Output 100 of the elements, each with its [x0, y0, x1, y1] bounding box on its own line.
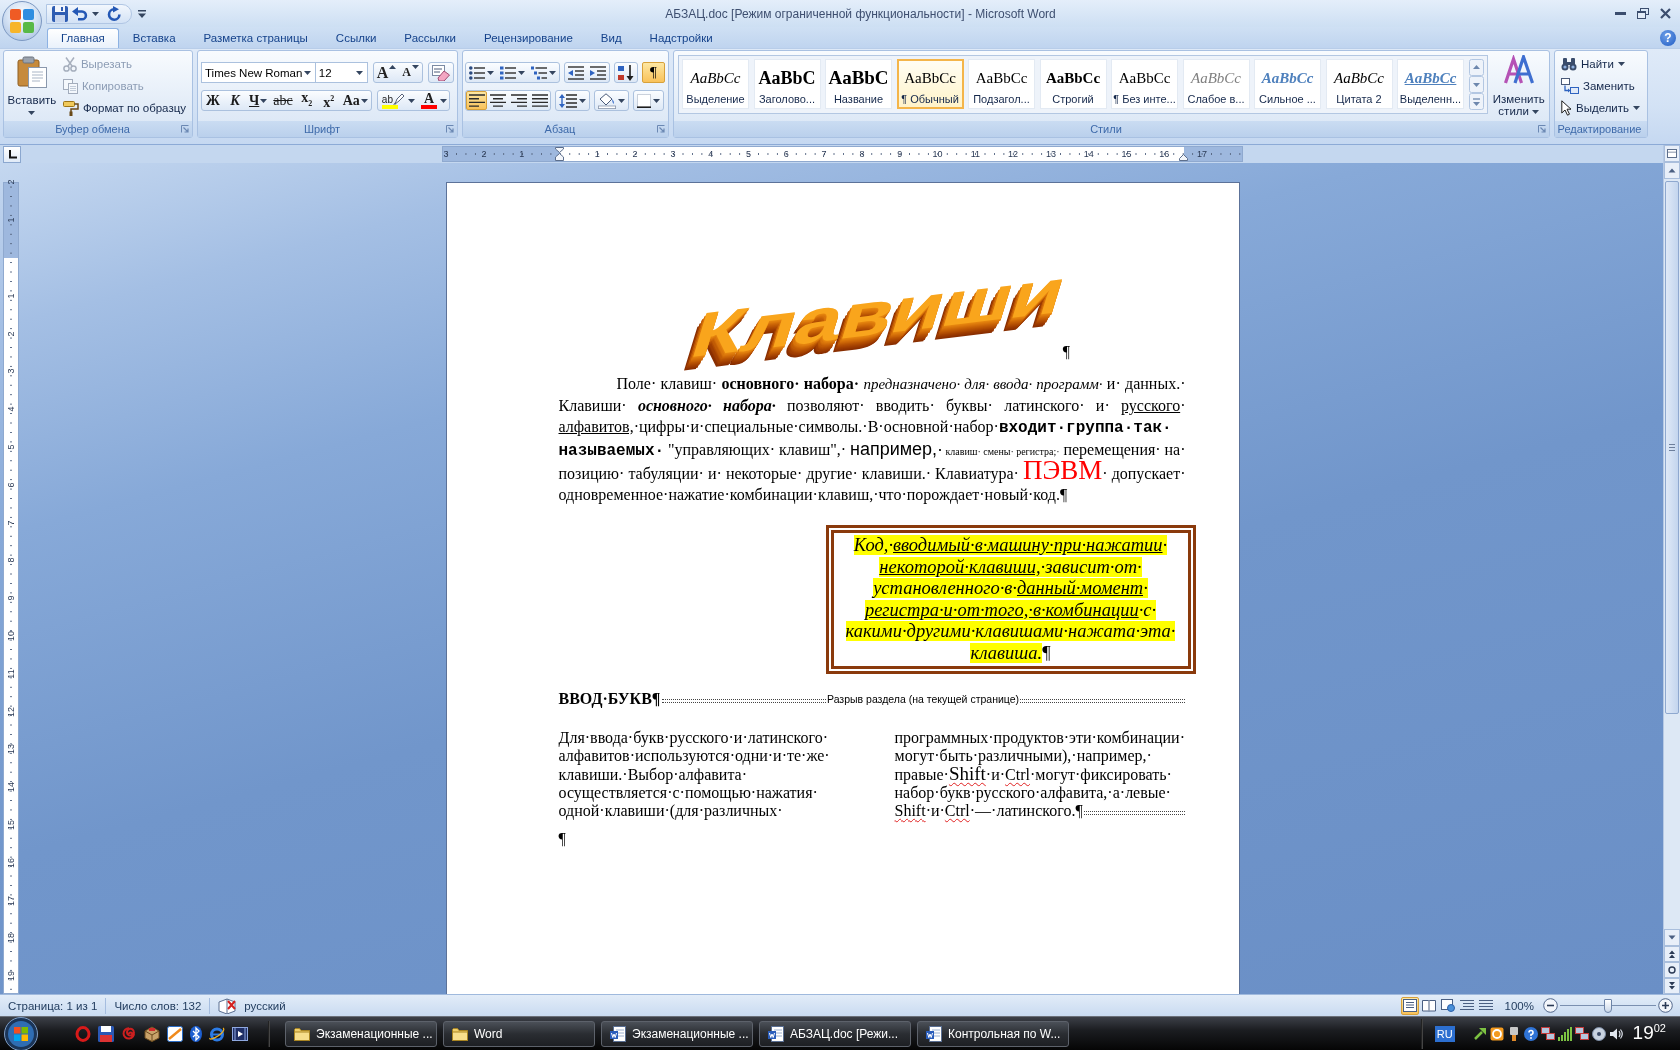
- ring-icon[interactable]: [1489, 1026, 1504, 1041]
- spiral-icon[interactable]: [121, 1025, 137, 1042]
- ribbon-tab[interactable]: Надстройки: [635, 28, 727, 48]
- font-size-field[interactable]: 12: [314, 62, 368, 83]
- style-item[interactable]: AaBbCc Сильное ...: [1254, 59, 1321, 109]
- browse-object-icon[interactable]: [1664, 962, 1680, 978]
- task-button[interactable]: АБЗАЦ.doc [Режи...: [759, 1020, 911, 1047]
- format-button[interactable]: Ч: [246, 91, 271, 110]
- page-counter[interactable]: Страница: 1 из 1: [0, 999, 106, 1012]
- style-item[interactable]: AaBbCc Слабое в...: [1182, 59, 1250, 109]
- style-item[interactable]: AaBbCc Выделение: [682, 59, 749, 109]
- align-button[interactable]: [529, 91, 550, 110]
- disc-icon[interactable]: [1591, 1026, 1606, 1041]
- gallery-more-icon[interactable]: [1468, 93, 1484, 110]
- zoom-slider[interactable]: [1560, 998, 1656, 1013]
- orbit-icon[interactable]: [209, 1025, 225, 1042]
- style-item[interactable]: AaBbC Заголово...: [753, 59, 821, 109]
- style-item[interactable]: AaBbC Название: [825, 59, 892, 109]
- language-indicator[interactable]: RU: [1434, 1025, 1455, 1042]
- view-button[interactable]: [1400, 996, 1419, 1015]
- format-button[interactable]: abc: [270, 91, 296, 110]
- format-button[interactable]: Aa: [339, 91, 371, 110]
- ribbon-tab[interactable]: Вставка: [118, 28, 190, 48]
- command-button[interactable]: Заменить: [1558, 75, 1644, 97]
- line-spacing-icon[interactable]: [559, 93, 577, 108]
- change-styles-button[interactable]: Изменить стили: [1491, 55, 1546, 117]
- gallery-up-icon[interactable]: [1468, 59, 1484, 76]
- font-color-button[interactable]: A: [416, 91, 449, 110]
- gallery-down-icon[interactable]: [1468, 76, 1484, 93]
- format-button[interactable]: Ж: [202, 91, 224, 110]
- speaker-icon[interactable]: [1608, 1026, 1623, 1041]
- redo-icon[interactable]: [107, 6, 122, 21]
- task-button[interactable]: Экзаменационные ...: [285, 1020, 437, 1047]
- caret-icon[interactable]: [487, 70, 494, 75]
- zoom-slider-thumb[interactable]: [1604, 998, 1612, 1013]
- scroll-down-icon[interactable]: [1664, 929, 1680, 946]
- restore-icon[interactable]: [1637, 8, 1649, 19]
- style-item[interactable]: AaBbCc ¶ Обычный: [896, 59, 964, 109]
- paste-button[interactable]: Вставить: [7, 53, 57, 121]
- ribbon-tab[interactable]: Рассылки: [390, 28, 470, 48]
- ruler-toggle-icon[interactable]: [1664, 145, 1680, 162]
- caret-icon[interactable]: [653, 98, 660, 103]
- task-button[interactable]: Экзаменационные ...: [601, 1020, 753, 1047]
- style-item[interactable]: AaBbCc Подзагол...: [968, 59, 1035, 109]
- caret-icon[interactable]: [618, 98, 625, 103]
- format-button[interactable]: x$_{2}$: [295, 91, 318, 110]
- style-item[interactable]: AaBbCc Строгий: [1039, 59, 1107, 109]
- caret-icon[interactable]: [92, 11, 99, 16]
- numbered-list-icon[interactable]: [500, 65, 516, 80]
- help-icon[interactable]: [1523, 1026, 1538, 1041]
- ribbon-tab[interactable]: Главная: [47, 28, 119, 48]
- word-count[interactable]: Число слов: 132: [106, 999, 210, 1012]
- zoom-out-icon[interactable]: [1543, 998, 1558, 1013]
- caret-icon[interactable]: [518, 70, 525, 75]
- task-button[interactable]: Word: [443, 1020, 595, 1047]
- command-button[interactable]: Формат по образцу: [59, 97, 189, 119]
- style-item[interactable]: AaBbCc Выделенн...: [1397, 59, 1464, 109]
- paint-bucket-icon[interactable]: [598, 92, 616, 109]
- bullet-list-icon[interactable]: [469, 65, 485, 80]
- clear-formatting-button[interactable]: [428, 62, 454, 83]
- grow-font-button[interactable]: A: [373, 63, 400, 82]
- task-button[interactable]: Контрольная по W...: [917, 1020, 1069, 1047]
- caret-icon[interactable]: [579, 98, 586, 103]
- format-button[interactable]: К: [224, 91, 246, 110]
- signal-icon[interactable]: [1557, 1026, 1572, 1041]
- scrollbar-thumb[interactable]: [1665, 181, 1679, 714]
- align-button[interactable]: [508, 91, 529, 110]
- arrow-icon[interactable]: [1472, 1026, 1487, 1041]
- diagonal-line-icon[interactable]: [167, 1025, 183, 1042]
- right-indent-marker-icon[interactable]: [1178, 154, 1188, 161]
- floppy-icon[interactable]: [98, 1025, 114, 1042]
- language-label[interactable]: русский: [236, 999, 294, 1012]
- previous-page-icon[interactable]: [1664, 946, 1680, 962]
- borders-icon[interactable]: [637, 93, 651, 108]
- shrink-font-button[interactable]: A: [399, 63, 422, 82]
- style-item[interactable]: AaBbCc Цитата 2: [1325, 59, 1393, 109]
- package-icon[interactable]: [144, 1025, 160, 1042]
- close-icon[interactable]: [1660, 8, 1671, 19]
- command-button[interactable]: Найти: [1558, 53, 1644, 75]
- align-button[interactable]: [487, 91, 508, 110]
- save-icon[interactable]: [52, 5, 68, 22]
- show-marks-button[interactable]: ¶: [642, 62, 665, 83]
- command-button[interactable]: Выделить: [1558, 97, 1644, 119]
- spellcheck-icon[interactable]: [218, 997, 237, 1014]
- ribbon-tab[interactable]: Ссылки: [321, 28, 391, 48]
- format-button[interactable]: x$^{2}$: [317, 91, 340, 110]
- font-name-field[interactable]: Times New Roman: [201, 62, 316, 83]
- start-orb-icon[interactable]: [4, 1016, 38, 1050]
- network-icon[interactable]: [1574, 1027, 1589, 1040]
- caret-icon[interactable]: [549, 70, 556, 75]
- highlight-button[interactable]: ab: [377, 91, 417, 110]
- network-icon[interactable]: [1540, 1027, 1555, 1040]
- scroll-up-icon[interactable]: [1664, 162, 1680, 179]
- zoom-level[interactable]: 100%: [1504, 999, 1534, 1012]
- customize-icon[interactable]: [138, 9, 146, 18]
- ribbon-tab[interactable]: Вид: [586, 28, 636, 48]
- increase-indent-icon[interactable]: [590, 65, 606, 80]
- office-button[interactable]: [2, 1, 42, 41]
- multilevel-list-icon[interactable]: [531, 65, 547, 80]
- style-item[interactable]: AaBbCc ¶ Без инте...: [1111, 59, 1178, 109]
